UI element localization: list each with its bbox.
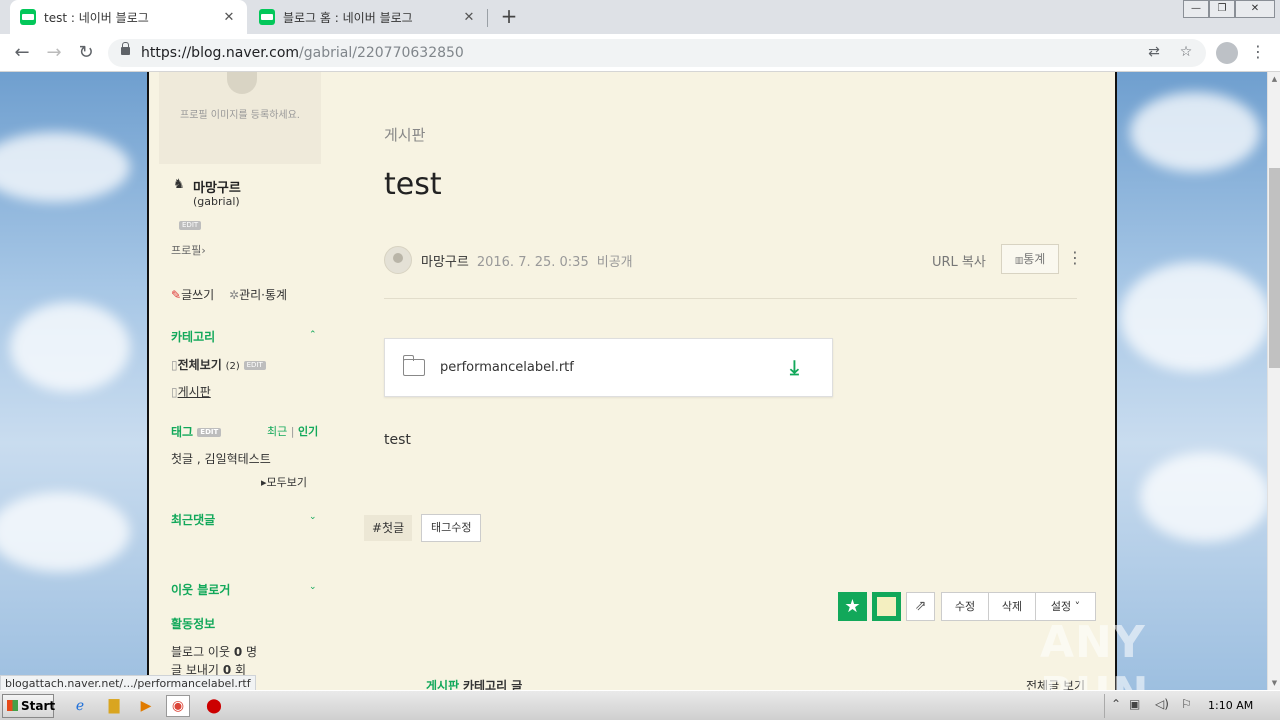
maximize-button[interactable]: ❐ — [1209, 0, 1235, 18]
blogger-badge-icon: ♞ — [173, 177, 185, 192]
post-body: test — [384, 432, 411, 448]
new-tab-button[interactable]: + — [498, 6, 520, 28]
warning-icon[interactable]: ⬤ — [202, 695, 226, 717]
manage-stats-link[interactable]: ✲관리·통계 — [229, 286, 287, 303]
url-copy-button[interactable]: URL 복사 — [932, 251, 986, 270]
tab-separator — [487, 9, 488, 27]
share-icon[interactable]: ⇗ — [906, 592, 935, 621]
start-button[interactable]: Start — [2, 694, 55, 718]
tab-blog-home[interactable]: 블로그 홈 : 네이버 블로그 ✕ — [249, 0, 487, 34]
flag-icon[interactable]: ⚐ — [1181, 697, 1192, 711]
post-tag[interactable]: #첫글 — [364, 515, 413, 541]
category-heading[interactable]: 카테고리 — [171, 328, 215, 345]
taskbar: Start ℯ ▇ ▶ ◉ ⬤ ⌃ ▣ ◁) ⚐ 1:10 AM — [0, 690, 1280, 720]
attachment-name[interactable]: performancelabel.rtf — [440, 360, 574, 375]
pencil-icon: ✎ — [171, 288, 182, 302]
favorite-star-icon[interactable]: ★ — [838, 592, 867, 621]
bookmark-star-icon[interactable]: ☆ — [1176, 44, 1196, 62]
post-title: test — [384, 167, 442, 202]
recent-comments-heading[interactable]: 최근댓글 — [171, 511, 215, 528]
scroll-down-icon[interactable]: ▼ — [1268, 676, 1280, 690]
scroll-up-icon[interactable]: ▲ — [1268, 72, 1280, 86]
close-tab-icon[interactable]: ✕ — [461, 10, 477, 25]
page-viewport: 프로필 이미지를 등록하세요. ♞ 마망구르 (gabrial) EDIT 프로… — [0, 72, 1267, 690]
author-name[interactable]: 마망구르 — [421, 255, 469, 270]
author-avatar[interactable] — [384, 246, 412, 274]
tab-title: test : 네이버 블로그 — [44, 10, 149, 25]
profile-edit-badge[interactable]: EDIT — [179, 218, 202, 232]
lock-icon — [121, 42, 130, 55]
scroll-thumb[interactable] — [1269, 168, 1280, 368]
gear-icon: ✲ — [229, 288, 240, 302]
taskbar-clock: 1:10 AM — [1208, 699, 1254, 712]
tab-strip: test : 네이버 블로그 ✕ 블로그 홈 : 네이버 블로그 ✕ + — ❐… — [0, 0, 1280, 34]
volume-icon[interactable]: ◁) — [1155, 697, 1169, 711]
page-scrollbar[interactable]: ▲ ▼ — [1267, 72, 1280, 690]
blog-container: 프로필 이미지를 등록하세요. ♞ 마망구르 (gabrial) EDIT 프로… — [147, 72, 1117, 690]
system-tray: ⌃ ▣ ◁) ⚐ — [1104, 694, 1280, 718]
forward-arrow-icon[interactable]: → — [42, 41, 66, 65]
delete-post-button[interactable]: 삭제 — [988, 592, 1036, 621]
activity-heading: 활동정보 — [171, 617, 216, 631]
document-icon: ▯ — [171, 358, 178, 372]
folder-icon — [402, 355, 425, 376]
category-all[interactable]: ▯전체보기 (2) EDIT — [171, 356, 266, 373]
blogger-id: (gabrial) — [193, 195, 240, 208]
document-icon: ▯ — [171, 385, 178, 399]
memo-icon[interactable] — [872, 592, 901, 621]
chrome-menu-icon[interactable]: ⋮ — [1250, 41, 1266, 65]
neighbors-heading[interactable]: 이웃 블로거 — [171, 581, 230, 598]
url-text: https://blog.naver.com/gabrial/220770632… — [141, 45, 464, 61]
tray-expand-icon[interactable]: ⌃ — [1111, 697, 1121, 711]
tag-edit-button[interactable]: 태그수정 — [421, 514, 482, 542]
profile-placeholder-icon — [227, 72, 257, 94]
post-visibility: 비공개 — [596, 255, 633, 270]
reload-icon[interactable]: ↻ — [74, 41, 98, 65]
profile-hint: 프로필 이미지를 등록하세요. — [180, 110, 300, 121]
blogger-nickname: 마망구르 — [193, 181, 241, 196]
category-board[interactable]: ▯게시판 — [171, 383, 211, 400]
naver-blog-favicon — [259, 9, 275, 25]
file-attachment[interactable]: performancelabel.rtf ⤓ — [384, 338, 833, 397]
close-tab-icon[interactable]: ✕ — [221, 10, 237, 25]
post-divider — [384, 298, 1077, 299]
profile-image-area[interactable]: 프로필 이미지를 등록하세요. — [159, 72, 321, 164]
folder-explorer-icon[interactable]: ▇ — [102, 695, 126, 717]
chevron-down-icon[interactable]: ⌄ — [309, 512, 317, 522]
link-status-bar: blogattach.naver.net/.../performancelabe… — [0, 675, 256, 690]
tab-title: 블로그 홈 : 네이버 블로그 — [283, 10, 413, 25]
internet-explorer-icon[interactable]: ℯ — [68, 695, 92, 717]
browser-toolbar: ← → ↻ https://blog.naver.com/gabrial/220… — [0, 34, 1280, 72]
chevron-down-icon[interactable]: ⌄ — [309, 582, 317, 592]
chrome-icon[interactable]: ◉ — [166, 695, 190, 717]
tag-sort[interactable]: 최근 | 인기 — [267, 423, 318, 439]
minimize-button[interactable]: — — [1183, 0, 1209, 18]
profile-link[interactable]: 프로필› — [171, 242, 206, 258]
tab-test[interactable]: test : 네이버 블로그 ✕ — [10, 0, 247, 34]
tag-heading[interactable]: 태그 EDIT — [171, 423, 222, 440]
media-player-icon[interactable]: ▶ — [134, 695, 158, 717]
write-link[interactable]: ✎글쓰기 — [171, 286, 214, 303]
translate-icon[interactable]: ⇄ — [1144, 44, 1164, 62]
post-date: 2016. 7. 25. 0:35 — [476, 255, 589, 270]
anyrun-watermark: ANY RUN — [1040, 617, 1148, 690]
download-icon[interactable]: ⤓ — [790, 355, 799, 379]
chevron-up-icon[interactable]: ⌃ — [309, 330, 317, 340]
tag-list[interactable]: 첫글 , 김일혁테스트 — [171, 450, 271, 467]
edit-post-button[interactable]: 수정 — [941, 592, 989, 621]
close-window-button[interactable]: ✕ — [1235, 0, 1275, 18]
naver-blog-favicon — [20, 9, 36, 25]
see-all-tags-link[interactable]: ▸모두보기 — [261, 474, 307, 490]
post-meta: 마망구르 2016. 7. 25. 0:35 비공개 — [421, 251, 633, 270]
bar-chart-icon: ▥ — [1014, 256, 1024, 266]
back-arrow-icon[interactable]: ← — [10, 41, 34, 65]
address-bar[interactable]: https://blog.naver.com/gabrial/220770632… — [108, 39, 1206, 67]
post-category[interactable]: 게시판 — [384, 124, 425, 145]
post-more-icon[interactable]: ⋮ — [1067, 248, 1083, 267]
activity-neighbors: 블로그 이웃 0 명 — [171, 645, 258, 659]
profile-avatar-icon[interactable] — [1216, 42, 1238, 64]
network-icon[interactable]: ▣ — [1129, 697, 1140, 711]
category-posts-heading[interactable]: 게시판 카테고리 글 — [426, 677, 522, 690]
stats-button[interactable]: ▥통계 — [1001, 244, 1059, 274]
